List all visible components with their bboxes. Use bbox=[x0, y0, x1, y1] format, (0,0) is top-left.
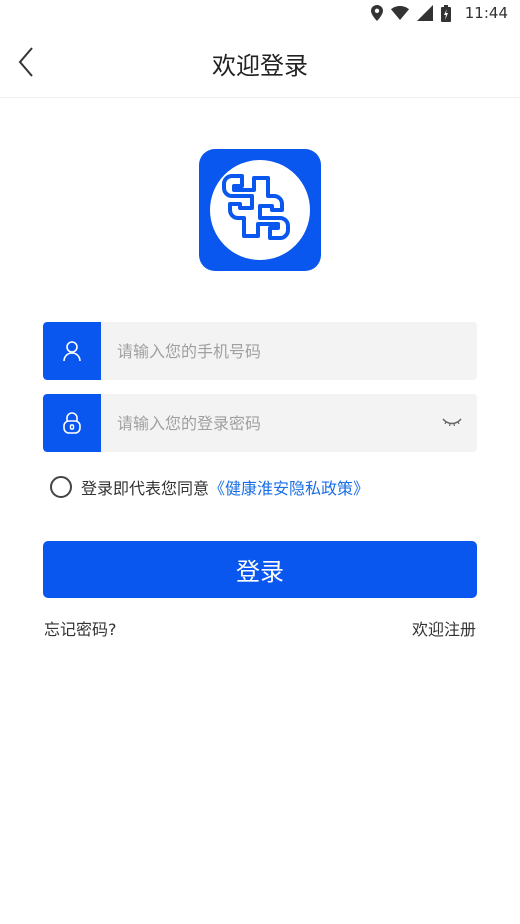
register-link[interactable]: 欢迎注册 bbox=[412, 616, 476, 640]
phone-field-icon-box bbox=[43, 322, 101, 380]
app-logo bbox=[199, 149, 321, 271]
password-field-icon-box bbox=[43, 394, 101, 452]
password-visibility-toggle[interactable] bbox=[441, 414, 463, 430]
password-field bbox=[43, 394, 477, 452]
location-icon bbox=[370, 5, 383, 21]
password-input[interactable] bbox=[101, 394, 437, 452]
status-bar: 11:44 bbox=[0, 0, 520, 28]
user-icon bbox=[63, 341, 81, 362]
status-time: 11:44 bbox=[464, 4, 508, 22]
agreement-checkbox[interactable] bbox=[50, 476, 72, 498]
header: 欢迎登录 bbox=[0, 28, 520, 98]
health-cross-logo bbox=[210, 160, 310, 260]
status-icons: 11:44 bbox=[370, 4, 508, 22]
battery-icon bbox=[440, 4, 451, 22]
agreement-text: 登录即代表您同意 bbox=[81, 479, 210, 498]
page-title: 欢迎登录 bbox=[212, 52, 308, 80]
phone-field bbox=[43, 322, 477, 380]
eye-closed-icon bbox=[442, 418, 462, 427]
login-button[interactable]: 登录 bbox=[43, 541, 477, 598]
wifi-icon bbox=[390, 6, 409, 20]
agreement-row: 登录即代表您同意 《健康淮安隐私政策》 bbox=[50, 475, 369, 499]
forgot-password-link[interactable]: 忘记密码? bbox=[44, 616, 117, 640]
phone-input[interactable] bbox=[101, 322, 437, 380]
signal-icon bbox=[416, 5, 433, 21]
lock-icon bbox=[63, 412, 81, 434]
privacy-policy-link[interactable]: 《健康淮安隐私政策》 bbox=[209, 475, 369, 499]
